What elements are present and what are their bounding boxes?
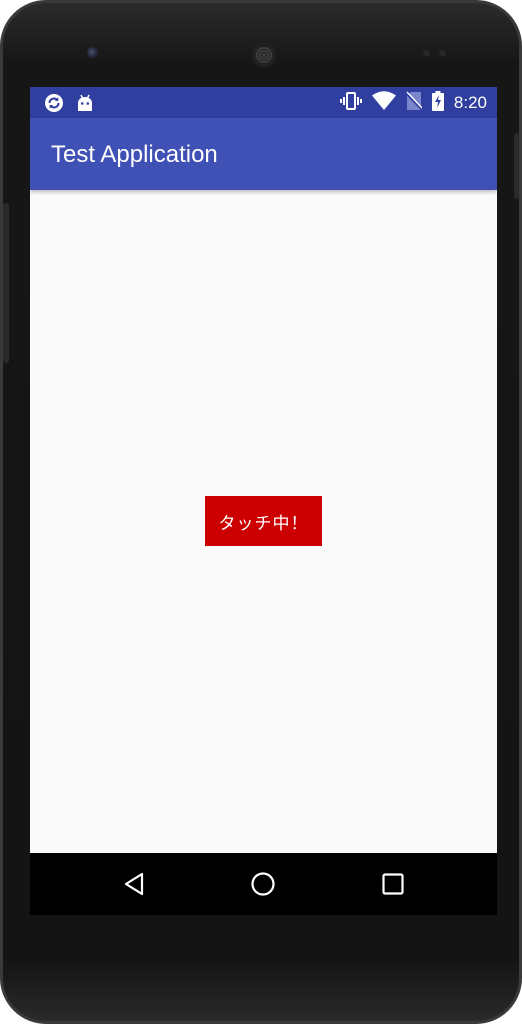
recents-icon[interactable] — [375, 866, 411, 902]
status-clock: 8:20 — [453, 93, 487, 112]
phone-frame: 8:20 Test Application タッチ中！ — [0, 0, 522, 1024]
app-bar: Test Application — [30, 118, 497, 190]
android-debug-icon — [75, 93, 95, 113]
content-area[interactable]: タッチ中！ — [30, 190, 497, 853]
status-bar: 8:20 — [30, 87, 497, 118]
screen: 8:20 Test Application タッチ中！ — [30, 87, 497, 915]
navigation-bar — [30, 853, 497, 915]
volume-button — [3, 203, 9, 363]
touch-status-label[interactable]: タッチ中！ — [205, 496, 322, 546]
vibrate-icon — [339, 91, 362, 115]
back-icon[interactable] — [116, 866, 152, 902]
proximity-sensor — [423, 50, 430, 57]
earpiece-speaker — [252, 43, 276, 67]
status-icons: 8:20 — [339, 87, 487, 118]
battery-charging-icon — [431, 90, 444, 115]
home-icon[interactable] — [245, 866, 281, 902]
front-camera — [87, 47, 99, 59]
power-button — [514, 133, 519, 199]
no-sim-icon — [405, 91, 423, 115]
sync-icon — [44, 93, 64, 113]
light-sensor — [439, 50, 446, 57]
app-title: Test Application — [51, 141, 218, 168]
wifi-icon — [371, 90, 396, 115]
